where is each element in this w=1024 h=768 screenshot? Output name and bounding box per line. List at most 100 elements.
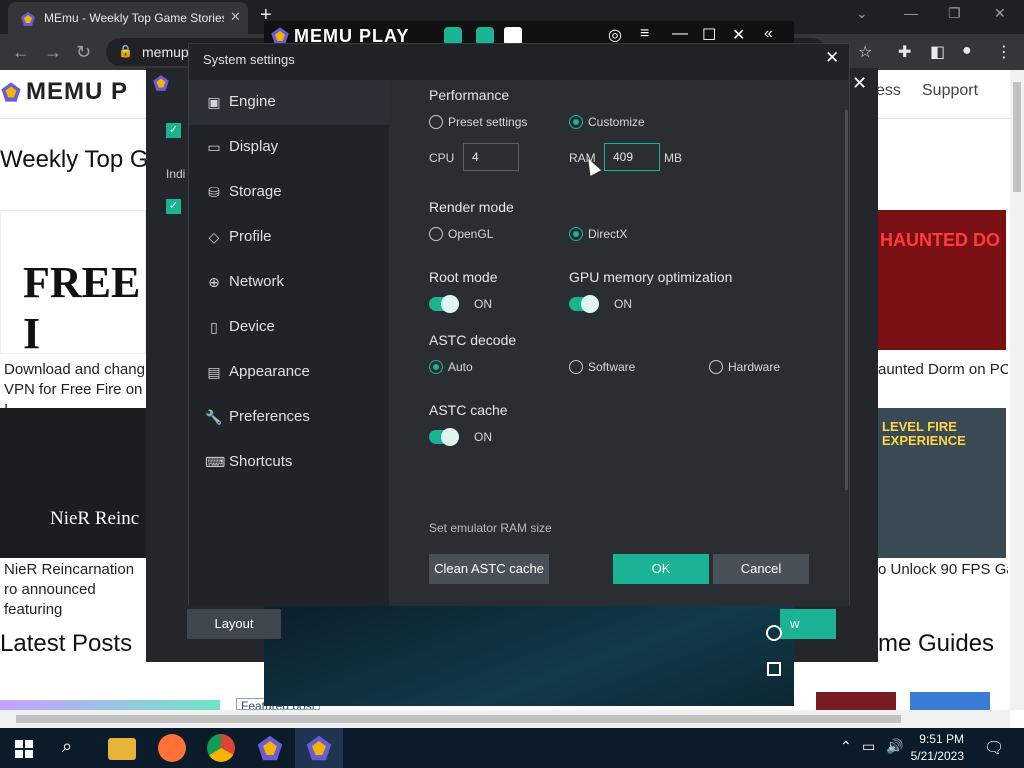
ok-button[interactable]: OK	[613, 554, 709, 584]
layout-button[interactable]: Layout	[187, 609, 281, 639]
windows-start-icon[interactable]	[15, 740, 33, 758]
maximize-icon[interactable]: ☐	[702, 25, 716, 45]
cancel-button[interactable]: Cancel	[713, 554, 809, 584]
root-mode-toggle[interactable]	[429, 295, 459, 313]
profile-icon[interactable]: ●	[962, 42, 972, 60]
sidebar-item-profile[interactable]: ◇ Profile	[189, 215, 389, 260]
apply-button-partial[interactable]: w	[780, 609, 836, 639]
astc-software-label[interactable]: Software	[588, 360, 635, 374]
forward-icon[interactable]: →	[44, 42, 62, 63]
scroll-thumb[interactable]	[1013, 82, 1021, 192]
sidebar-item-engine[interactable]: ▣ Engine	[189, 80, 389, 125]
astc-software-radio[interactable]	[569, 360, 583, 374]
sidebar-item-appearance[interactable]: ▤ Appearance	[189, 350, 389, 395]
cpu-input[interactable]: 4	[463, 143, 519, 171]
sidebar-item-shortcuts[interactable]: ⌨ Shortcuts	[189, 440, 389, 485]
recents-square-icon[interactable]	[767, 662, 781, 676]
settings-content: Performance Preset settings Customize CP…	[389, 80, 849, 606]
guide-thumb-2[interactable]	[910, 692, 990, 710]
extensions-icon[interactable]: ✚	[898, 42, 911, 62]
clock-date[interactable]: 5/21/2023	[900, 749, 964, 763]
sidebar-item-preferences[interactable]: 🔧 Preferences	[189, 395, 389, 440]
astc-hardware-radio[interactable]	[709, 360, 723, 374]
menu-icon[interactable]: ≡	[640, 25, 649, 43]
opengl-label[interactable]: OpenGL	[448, 227, 493, 241]
menu-icon[interactable]: ⋮	[996, 42, 1012, 62]
directx-label[interactable]: DirectX	[588, 227, 627, 241]
latest-posts-title: Latest Posts	[0, 630, 133, 657]
card-caption-nier[interactable]: NieR Reincarnation ro announced featurin…	[4, 560, 146, 620]
tray-chevron-icon[interactable]: ⌃	[840, 738, 852, 755]
emulator-screen[interactable]	[264, 604, 794, 706]
home-circle-icon[interactable]	[766, 625, 782, 641]
gpu-memory-toggle[interactable]	[569, 295, 599, 313]
nav-item-support[interactable]: Support	[922, 82, 978, 100]
astc-cache-toggle[interactable]	[429, 428, 459, 446]
preset-settings-radio[interactable]	[429, 115, 443, 129]
customize-radio[interactable]	[569, 115, 583, 129]
directx-radio[interactable]	[569, 227, 583, 241]
memu-taskbar-icon[interactable]	[256, 734, 284, 762]
reload-icon[interactable]: ↻	[76, 42, 91, 63]
nav-item-partial[interactable]: ess	[876, 82, 901, 100]
page-vertical-scrollbar[interactable]	[1010, 70, 1024, 710]
dialog-close-icon[interactable]: ✕	[825, 48, 839, 68]
gpu-memory-title: GPU memory optimization	[569, 269, 733, 285]
memu-window-close-icon[interactable]: ✕	[852, 73, 867, 94]
notifications-icon[interactable]: 🗨	[984, 738, 1004, 758]
network-tray-icon[interactable]: ▭	[862, 738, 875, 755]
page-horizontal-scrollbar[interactable]	[0, 710, 1010, 728]
sidebar-item-storage[interactable]: ⛁ Storage	[189, 170, 389, 215]
sidebar-item-network[interactable]: ⊕ Network	[189, 260, 389, 305]
guide-thumb-1[interactable]	[816, 692, 896, 710]
opengl-radio[interactable]	[429, 227, 443, 241]
checkbox-icon[interactable]: ✓	[166, 123, 181, 138]
scroll-thumb[interactable]	[16, 715, 901, 723]
sidebar-item-display[interactable]: ▭ Display	[189, 125, 389, 170]
firefox-icon[interactable]	[158, 734, 186, 762]
display-icon: ▭	[207, 139, 221, 155]
astc-auto-radio[interactable]	[429, 360, 443, 374]
window-close-icon[interactable]: ✕	[994, 5, 1006, 22]
memu-multi-taskbar-icon[interactable]	[305, 734, 333, 762]
astc-cache-title: ASTC cache	[429, 402, 508, 418]
back-icon[interactable]: ←	[12, 42, 30, 63]
user-icon[interactable]: ◎	[608, 25, 622, 45]
ram-input[interactable]: 409	[604, 143, 660, 171]
site-logo-text: MEMU P	[26, 78, 128, 105]
card-caption-fire-experience[interactable]: o Unlock 90 FPS Ga ax on Memu Emula	[878, 560, 1008, 580]
search-icon[interactable]: ⌕	[62, 736, 72, 757]
checkbox-icon[interactable]: ✓	[166, 199, 181, 214]
card-caption-haunted-dorm[interactable]: aunted Dorm on PC	[878, 360, 1008, 380]
preset-settings-label[interactable]: Preset settings	[448, 115, 527, 129]
chrome-icon[interactable]	[207, 734, 235, 762]
clean-astc-cache-button[interactable]: Clean ASTC cache	[429, 554, 549, 584]
tab-close-icon[interactable]: ✕	[230, 9, 241, 25]
collapse-icon[interactable]: «	[764, 25, 773, 43]
astc-auto-label[interactable]: Auto	[448, 360, 473, 374]
tab-search-icon[interactable]: ⌄	[856, 5, 868, 22]
partial-label: Indi	[166, 167, 186, 181]
browser-tab[interactable]: MEmu - Weekly Top Game Stories ✕	[8, 2, 248, 34]
card-image-fire-experience[interactable]: LEVEL FIRE EXPERIENCE	[878, 408, 1006, 558]
minimize-icon[interactable]: —	[672, 25, 688, 43]
minimize-icon[interactable]: —	[904, 5, 918, 21]
card-image-haunted-dorm[interactable]: HAUNTED DO	[878, 210, 1006, 350]
side-panel-icon[interactable]: ◧	[930, 42, 945, 62]
storage-icon: ⛁	[208, 184, 220, 200]
hint-text: Set emulator RAM size	[429, 521, 552, 535]
game-guides-title: me Guides	[878, 630, 995, 657]
bookmark-star-icon[interactable]: ☆	[858, 42, 872, 62]
restore-icon[interactable]: ❐	[948, 5, 961, 22]
close-icon[interactable]: ✕	[732, 25, 745, 45]
astc-hardware-label[interactable]: Hardware	[728, 360, 780, 374]
clock-time[interactable]: 9:51 PM	[900, 732, 964, 746]
content-scrollbar[interactable]	[845, 110, 848, 490]
customize-label[interactable]: Customize	[588, 115, 645, 129]
card-image-free-fire[interactable]: FREE I	[0, 210, 146, 358]
settings-sidebar: ▣ Engine ▭ Display ⛁ Storage ◇ Profile ⊕…	[189, 80, 389, 606]
sidebar-item-device[interactable]: ▯ Device	[189, 305, 389, 350]
file-explorer-icon[interactable]	[108, 738, 136, 760]
windows-taskbar: ⌕ ⌃ ▭ 🔊 9:51 PM 5/21/2023 🗨	[0, 728, 1024, 768]
card-image-nier[interactable]: NieR Reinc	[0, 408, 146, 558]
